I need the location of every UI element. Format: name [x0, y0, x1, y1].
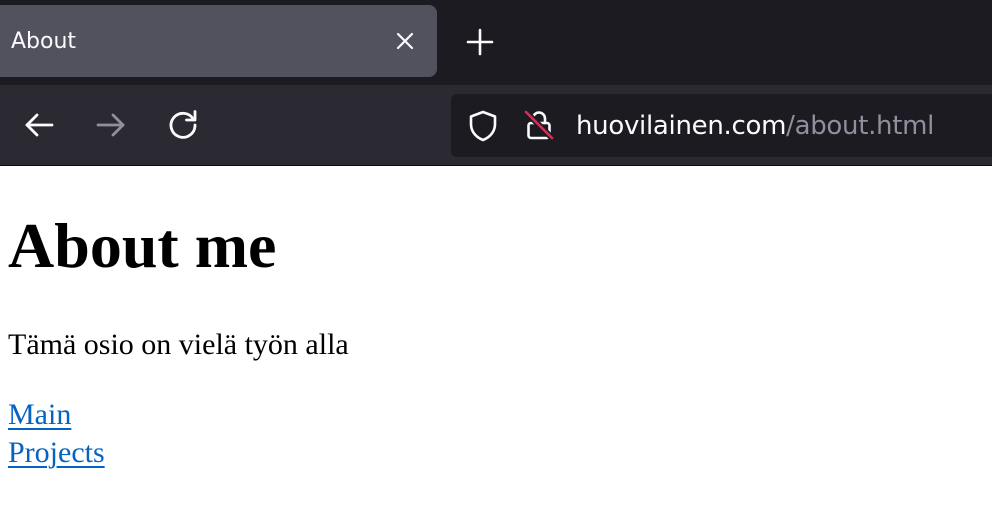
tab-title: About [11, 29, 77, 54]
arrow-right-icon [96, 113, 125, 137]
url-path: /about.html [786, 111, 935, 141]
back-button[interactable] [17, 103, 61, 147]
navigation-toolbar: huovilainen.com/about.html [0, 85, 992, 165]
insecure-lock-icon[interactable] [522, 108, 556, 142]
page-paragraph: Tämä osio on vielä työn alla [8, 328, 349, 361]
arrow-left-icon [25, 113, 54, 137]
reload-button[interactable] [161, 103, 205, 147]
address-bar[interactable]: huovilainen.com/about.html [451, 94, 992, 157]
link-projects[interactable]: Projects [8, 434, 105, 472]
active-tab[interactable]: About [0, 5, 437, 77]
close-icon[interactable] [389, 25, 421, 57]
tab-strip: About [0, 0, 992, 85]
plus-icon [466, 28, 494, 56]
new-tab-button[interactable] [462, 24, 498, 60]
shield-icon[interactable] [466, 109, 500, 143]
url-host: huovilainen.com [576, 111, 787, 141]
reload-icon [169, 110, 197, 139]
page-title: About me [8, 210, 277, 281]
chrome-divider [0, 165, 992, 166]
link-main[interactable]: Main [8, 396, 105, 434]
forward-button[interactable] [89, 103, 133, 147]
page-nav-links: Main Projects [8, 396, 105, 472]
url-text[interactable]: huovilainen.com/about.html [576, 94, 934, 157]
